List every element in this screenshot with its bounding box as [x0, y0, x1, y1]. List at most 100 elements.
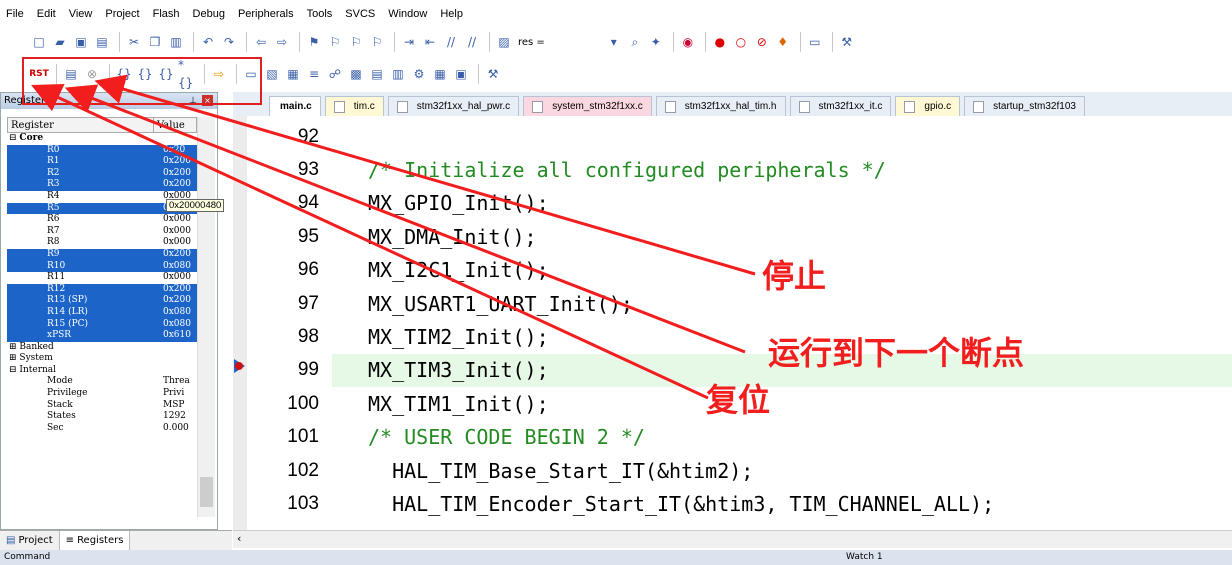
- tab-stm32f1xx-hal-tim-h[interactable]: stm32f1xx_hal_tim.h: [655, 96, 786, 116]
- new-file-icon[interactable]: □: [30, 33, 48, 51]
- run-icon[interactable]: ▤: [62, 65, 80, 83]
- bookmark-prev-icon[interactable]: ⚐: [326, 33, 344, 51]
- tab-startup-stm32f103[interactable]: startup_stm32f103: [964, 96, 1085, 116]
- register-row[interactable]: R3 0x200: [7, 179, 197, 191]
- register-row[interactable]: Sec 0.000: [7, 423, 197, 435]
- cut-icon[interactable]: ✂: [125, 33, 143, 51]
- code-line[interactable]: 93 /* Initialize all configured periphera…: [298, 153, 1232, 186]
- menu-item-peripherals[interactable]: Peripherals: [238, 8, 294, 20]
- register-value[interactable]: 0x080: [163, 307, 197, 319]
- insert-breakpoint-icon[interactable]: ●: [711, 33, 729, 51]
- bookmark-clear-icon[interactable]: ⚐: [368, 33, 386, 51]
- menu-item-tools[interactable]: Tools: [307, 8, 333, 20]
- step-out-icon[interactable]: {}: [157, 65, 175, 83]
- run-to-cursor-icon[interactable]: *{}: [178, 58, 196, 90]
- register-row[interactable]: R10 0x080: [7, 260, 197, 273]
- register-value[interactable]: 0x200: [163, 249, 197, 261]
- code-editor[interactable]: 92 93 /* Initialize all configured periphe…: [287, 116, 1232, 530]
- menu-item-edit[interactable]: Edit: [37, 8, 56, 20]
- analysis-window-icon[interactable]: ⚙: [410, 65, 428, 83]
- register-row[interactable]: xPSR 0x610: [7, 330, 197, 342]
- memory-window-icon[interactable]: ▤: [368, 65, 386, 83]
- breakpoint-gutter[interactable]: [233, 116, 247, 530]
- trace-window-icon[interactable]: ▦: [431, 65, 449, 83]
- register-value[interactable]: 1292: [163, 411, 197, 423]
- register-value[interactable]: 0x080: [163, 261, 197, 273]
- system-viewer-icon[interactable]: ▣: [452, 65, 470, 83]
- expand-icon[interactable]: ⊟: [9, 365, 19, 375]
- register-value[interactable]: 0x610: [163, 330, 197, 342]
- code-line[interactable]: 100 MX_TIM1_Init();: [287, 387, 1232, 420]
- tab-main-c[interactable]: main.c: [269, 96, 321, 116]
- menu-item-svcs[interactable]: SVCS: [345, 8, 375, 20]
- open-folder-icon[interactable]: ▰: [51, 33, 69, 51]
- register-value[interactable]: 0x200: [163, 284, 197, 296]
- uncomment-icon[interactable]: //: [463, 33, 481, 51]
- tab-system-stm32f1xx-c[interactable]: system_stm32f1xx.c: [523, 96, 652, 116]
- save-icon[interactable]: ▣: [72, 33, 90, 51]
- registers-window-icon[interactable]: ≡: [305, 65, 323, 83]
- copy-icon[interactable]: ❐: [146, 33, 164, 51]
- disable-breakpoints-icon[interactable]: ⊘: [753, 33, 771, 51]
- register-row[interactable]: Mode Threa: [7, 376, 197, 388]
- register-value[interactable]: 0x200: [163, 179, 197, 191]
- register-value[interactable]: 0x080: [163, 319, 197, 331]
- register-value[interactable]: 0x000: [163, 237, 197, 249]
- register-row[interactable]: ⊞ Banked: [7, 342, 197, 354]
- nav-forward-icon[interactable]: ⇨: [273, 33, 291, 51]
- nav-back-icon[interactable]: ⇦: [252, 33, 270, 51]
- step-into-icon[interactable]: {}: [115, 65, 133, 83]
- debug-session-icon[interactable]: ◉: [679, 33, 697, 51]
- register-row[interactable]: R13 (SP) 0x200: [7, 295, 197, 307]
- save-all-icon[interactable]: ▤: [93, 33, 111, 51]
- tab-tim-c[interactable]: tim.c: [324, 96, 384, 116]
- step-over-icon[interactable]: {}: [136, 65, 154, 83]
- menu-item-help[interactable]: Help: [440, 8, 463, 20]
- register-value[interactable]: 0x200: [163, 156, 197, 168]
- unindent-icon[interactable]: ⇤: [421, 33, 439, 51]
- register-value[interactable]: [163, 365, 197, 377]
- horizontal-scrollbar[interactable]: ‹: [233, 530, 1232, 548]
- menu-item-file[interactable]: File: [6, 8, 24, 20]
- stop-icon[interactable]: ⊗: [83, 65, 101, 83]
- register-value[interactable]: [163, 342, 197, 354]
- symbols-window-icon[interactable]: ▦: [284, 65, 302, 83]
- comment-icon[interactable]: //: [442, 33, 460, 51]
- code-line[interactable]: 95 MX_DMA_Init();: [298, 220, 1232, 253]
- register-value[interactable]: [163, 353, 197, 365]
- register-value[interactable]: Threa: [163, 376, 197, 388]
- window-icon[interactable]: ▭: [806, 33, 824, 51]
- serial-window-icon[interactable]: ▥: [389, 65, 407, 83]
- expand-icon[interactable]: ⊞: [9, 342, 19, 352]
- close-icon[interactable]: ×: [202, 95, 213, 106]
- register-row[interactable]: Privilege Privi: [7, 388, 197, 400]
- command-window-icon[interactable]: ▭: [242, 65, 260, 83]
- register-row[interactable]: R15 (PC) 0x080: [7, 318, 197, 331]
- code-line[interactable]: 102 HAL_TIM_Base_Start_IT(&htim2);: [287, 454, 1232, 487]
- register-value[interactable]: 0x000: [163, 226, 197, 238]
- register-row[interactable]: R9 0x200: [7, 248, 197, 261]
- expand-icon[interactable]: ⊞: [9, 353, 19, 363]
- menu-item-window[interactable]: Window: [388, 8, 427, 20]
- menu-item-project[interactable]: Project: [105, 8, 139, 20]
- register-row[interactable]: ⊟ Core: [7, 133, 197, 145]
- code-line[interactable]: 92: [298, 120, 1232, 153]
- register-value[interactable]: 0x20: [163, 145, 197, 157]
- kill-breakpoints-icon[interactable]: ♦: [774, 33, 792, 51]
- tab-stm32f1xx-hal-pwr-c[interactable]: stm32f1xx_hal_pwr.c: [387, 96, 520, 116]
- bookmark-icon[interactable]: ⚑: [305, 33, 323, 51]
- toolbox-icon[interactable]: ⚒: [484, 65, 502, 83]
- register-value[interactable]: 0.000: [163, 423, 197, 435]
- vertical-scrollbar[interactable]: [197, 117, 215, 517]
- menu-item-flash[interactable]: Flash: [153, 8, 180, 20]
- register-row[interactable]: R7 0x000: [7, 226, 197, 238]
- redo-icon[interactable]: ↷: [220, 33, 238, 51]
- call-stack-icon[interactable]: ☍: [326, 65, 344, 83]
- register-row[interactable]: R11 0x000: [7, 272, 197, 284]
- register-row[interactable]: Stack MSP: [7, 400, 197, 412]
- register-row[interactable]: R12 0x200: [7, 283, 197, 296]
- watch-window-icon[interactable]: ▩: [347, 65, 365, 83]
- code-line[interactable]: 94 MX_GPIO_Init();: [298, 187, 1232, 220]
- register-row[interactable]: R0 0x20: [7, 144, 197, 157]
- expand-icon[interactable]: ⊟: [9, 133, 19, 143]
